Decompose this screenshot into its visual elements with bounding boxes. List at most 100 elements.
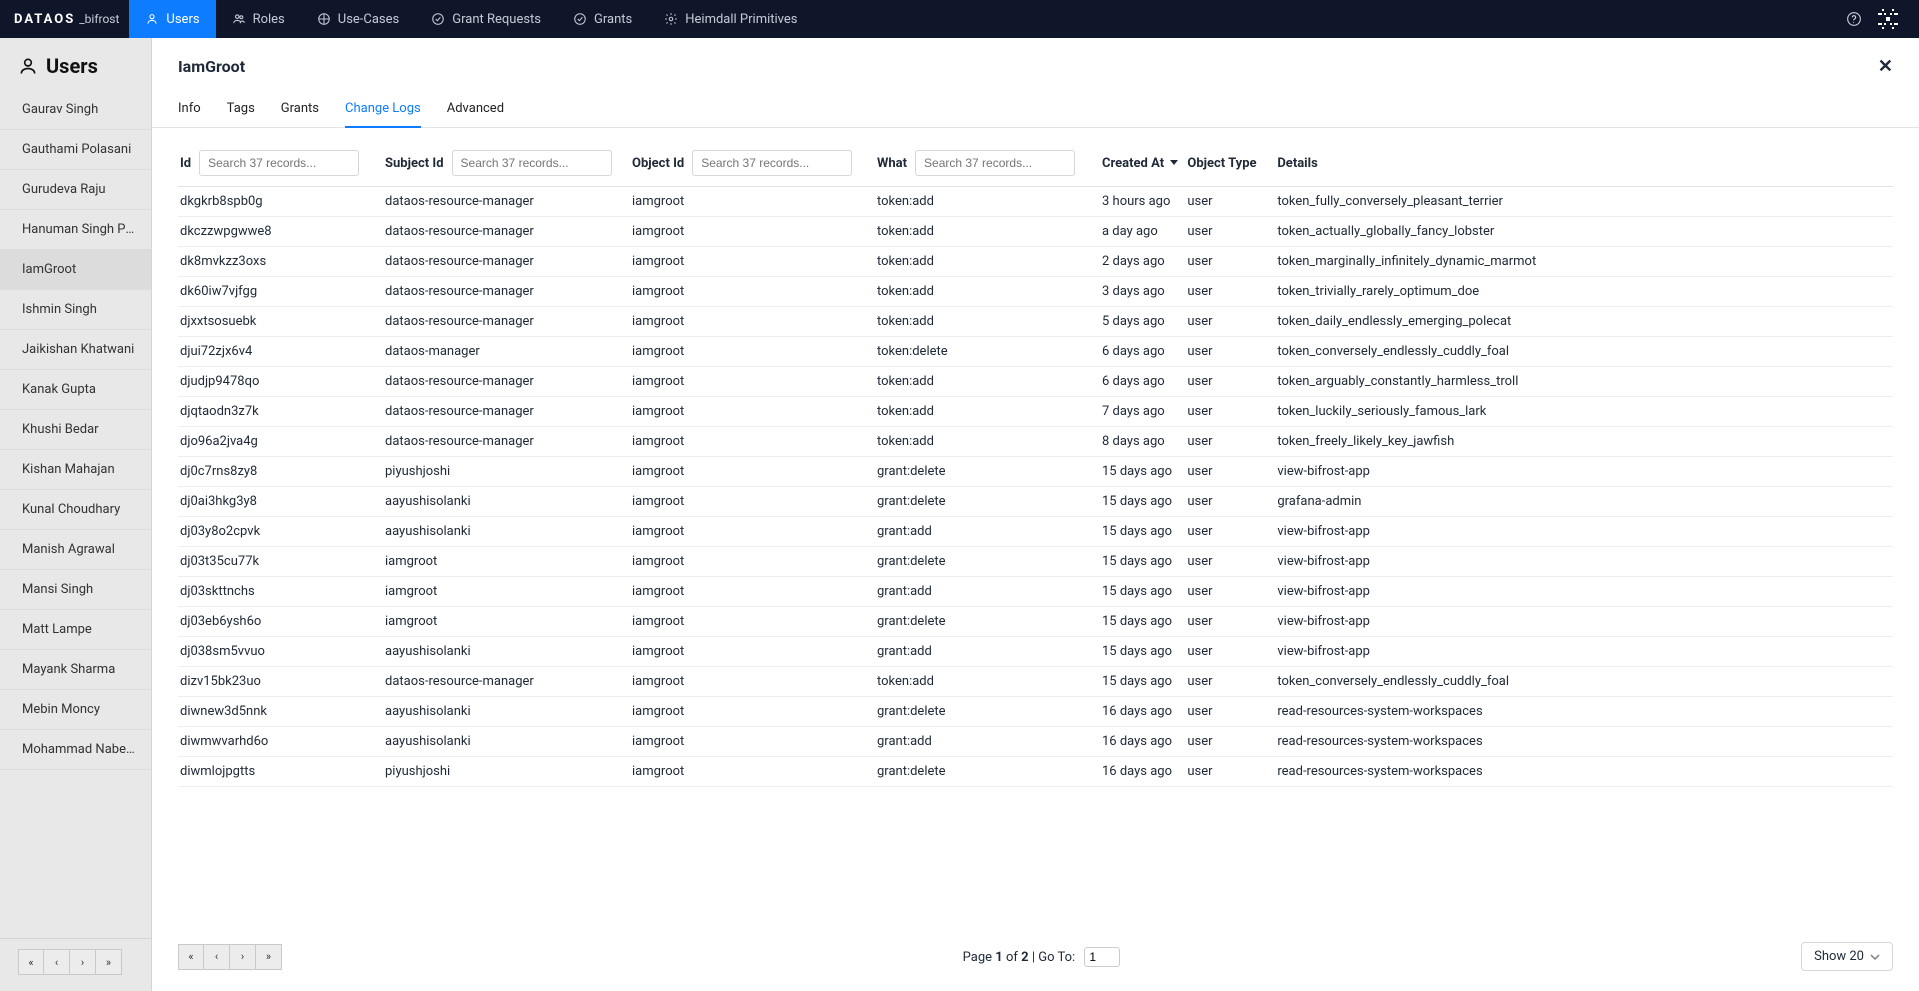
sidebar-page-last[interactable]: » bbox=[96, 949, 122, 975]
cell-created: 15 days ago bbox=[1100, 547, 1185, 577]
table-page-prev[interactable]: ‹ bbox=[204, 944, 230, 970]
sidebar-page-first[interactable]: « bbox=[18, 949, 44, 975]
cell-details: token_conversely_endlessly_cuddly_foal bbox=[1275, 667, 1893, 697]
cell-subject: aayushisolanki bbox=[383, 727, 630, 757]
table-row[interactable]: dj03y8o2cpvkaayushisolankiiamgrootgrant:… bbox=[178, 517, 1893, 547]
table-page-next[interactable]: › bbox=[230, 944, 256, 970]
sidebar-user-item[interactable]: Kunal Choudhary bbox=[0, 490, 151, 530]
tab-tags[interactable]: Tags bbox=[227, 101, 255, 127]
sidebar-user-item[interactable]: Ishmin Singh bbox=[0, 290, 151, 330]
table-row[interactable]: diwmwvarhd6oaayushisolankiiamgrootgrant:… bbox=[178, 727, 1893, 757]
sidebar-page-prev[interactable]: ‹ bbox=[44, 949, 70, 975]
nav-heimdall-primitives[interactable]: Heimdall Primitives bbox=[648, 0, 813, 38]
cell-object: iamgroot bbox=[630, 457, 875, 487]
th-id[interactable]: Id bbox=[180, 156, 191, 171]
th-object-id[interactable]: Object Id bbox=[632, 156, 684, 171]
nav-roles[interactable]: Roles bbox=[216, 0, 301, 38]
cell-id: djui72zjx6v4 bbox=[178, 337, 383, 367]
table-row[interactable]: diwnew3d5nnkaayushisolankiiamgrootgrant:… bbox=[178, 697, 1893, 727]
sidebar-user-item[interactable]: Gauthami Polasani bbox=[0, 130, 151, 170]
tab-advanced[interactable]: Advanced bbox=[447, 101, 504, 127]
cell-object: iamgroot bbox=[630, 757, 875, 787]
cell-created: 16 days ago bbox=[1100, 757, 1185, 787]
tab-change-logs[interactable]: Change Logs bbox=[345, 101, 421, 128]
tab-grants[interactable]: Grants bbox=[281, 101, 319, 127]
search-id-input[interactable] bbox=[199, 150, 359, 176]
sidebar-user-item[interactable]: Mebin Moncy bbox=[0, 690, 151, 730]
goto-page-input[interactable] bbox=[1084, 947, 1120, 967]
table-row[interactable]: dj0ai3hkg3y8aayushisolankiiamgrootgrant:… bbox=[178, 487, 1893, 517]
table-row[interactable]: dkczzwpgwwe8dataos-resource-manageriamgr… bbox=[178, 217, 1893, 247]
sidebar-user-item[interactable]: Gurudeva Raju bbox=[0, 170, 151, 210]
cell-type: user bbox=[1185, 337, 1275, 367]
th-created-at[interactable]: Created At bbox=[1102, 156, 1179, 171]
table-row[interactable]: dj03eb6ysh6oiamgrootiamgrootgrant:delete… bbox=[178, 607, 1893, 637]
table-page-first[interactable]: « bbox=[178, 944, 204, 970]
sidebar-user-item[interactable]: Matt Lampe bbox=[0, 610, 151, 650]
table-row[interactable]: diwmlojpgttspiyushjoshiiamgrootgrant:del… bbox=[178, 757, 1893, 787]
cell-details: token_actually_globally_fancy_lobster bbox=[1275, 217, 1893, 247]
table-row[interactable]: dj03t35cu77kiamgrootiamgrootgrant:delete… bbox=[178, 547, 1893, 577]
app-logo-icon[interactable] bbox=[1871, 9, 1905, 29]
cell-created: 15 days ago bbox=[1100, 577, 1185, 607]
sidebar-user-item[interactable]: Kanak Gupta bbox=[0, 370, 151, 410]
table-row[interactable]: dk60iw7vjfggdataos-resource-manageriamgr… bbox=[178, 277, 1893, 307]
th-object-type[interactable]: Object Type bbox=[1187, 156, 1256, 171]
panel-header: IamGroot ✕ bbox=[152, 38, 1919, 85]
tab-info[interactable]: Info bbox=[178, 101, 201, 127]
sidebar-user-item[interactable]: Gaurav Singh bbox=[0, 90, 151, 130]
sidebar-user-item[interactable]: Khushi Bedar bbox=[0, 410, 151, 450]
table-row[interactable]: dkgkrb8spb0gdataos-resource-manageriamgr… bbox=[178, 187, 1893, 217]
th-subject-id[interactable]: Subject Id bbox=[385, 156, 444, 171]
table-row[interactable]: dj0c7rns8zy8piyushjoshiiamgrootgrant:del… bbox=[178, 457, 1893, 487]
nav-users[interactable]: Users bbox=[129, 0, 215, 38]
table-row[interactable]: dj03skttnchsiamgrootiamgrootgrant:add15 … bbox=[178, 577, 1893, 607]
table-row[interactable]: dizv15bk23uodataos-resource-manageriamgr… bbox=[178, 667, 1893, 697]
nav-grants[interactable]: Grants bbox=[557, 0, 648, 38]
sidebar-user-item[interactable]: Mohammad Nabeel Qureshi bbox=[0, 730, 151, 770]
table-page-last[interactable]: » bbox=[256, 944, 282, 970]
sidebar-user-item[interactable]: IamGroot bbox=[0, 250, 151, 290]
cell-id: dj038sm5vvuo bbox=[178, 637, 383, 667]
search-subject-input[interactable] bbox=[452, 150, 612, 176]
cell-created: a day ago bbox=[1100, 217, 1185, 247]
th-what[interactable]: What bbox=[877, 156, 907, 171]
sidebar-user-item[interactable]: Hanuman Singh Parihar bbox=[0, 210, 151, 250]
cell-object: iamgroot bbox=[630, 247, 875, 277]
table-row[interactable]: djudjp9478qodataos-resource-manageriamgr… bbox=[178, 367, 1893, 397]
cell-type: user bbox=[1185, 637, 1275, 667]
cell-created: 15 days ago bbox=[1100, 487, 1185, 517]
search-what-input[interactable] bbox=[915, 150, 1075, 176]
page-size-select[interactable]: Show 20 bbox=[1801, 942, 1893, 971]
table-row[interactable]: djo96a2jva4gdataos-resource-manageriamgr… bbox=[178, 427, 1893, 457]
cell-what: token:add bbox=[875, 367, 1100, 397]
cell-type: user bbox=[1185, 457, 1275, 487]
sidebar-page-next[interactable]: › bbox=[70, 949, 96, 975]
cell-id: dj0ai3hkg3y8 bbox=[178, 487, 383, 517]
sidebar-user-item[interactable]: Mansi Singh bbox=[0, 570, 151, 610]
cell-object: iamgroot bbox=[630, 337, 875, 367]
nav-use-cases[interactable]: Use-Cases bbox=[301, 0, 415, 38]
cell-id: diwmlojpgtts bbox=[178, 757, 383, 787]
table-row[interactable]: djqtaodn3z7kdataos-resource-manageriamgr… bbox=[178, 397, 1893, 427]
cell-what: grant:delete bbox=[875, 607, 1100, 637]
search-object-input[interactable] bbox=[692, 150, 852, 176]
users-sidebar: Users Gaurav SinghGauthami PolasaniGurud… bbox=[0, 38, 152, 991]
table-row[interactable]: dj038sm5vvuoaayushisolankiiamgrootgrant:… bbox=[178, 637, 1893, 667]
help-icon[interactable] bbox=[1837, 11, 1871, 27]
cell-subject: aayushisolanki bbox=[383, 697, 630, 727]
sidebar-user-item[interactable]: Mayank Sharma bbox=[0, 650, 151, 690]
close-icon[interactable]: ✕ bbox=[1878, 56, 1893, 77]
sidebar-header: Users bbox=[0, 38, 151, 90]
cell-id: dj03t35cu77k bbox=[178, 547, 383, 577]
sidebar-user-item[interactable]: Jaikishan Khatwani bbox=[0, 330, 151, 370]
sidebar-user-item[interactable]: Manish Agrawal bbox=[0, 530, 151, 570]
table-row[interactable]: djxxtsosuebkdataos-resource-manageriamgr… bbox=[178, 307, 1893, 337]
th-details[interactable]: Details bbox=[1277, 156, 1317, 171]
cell-id: dj03y8o2cpvk bbox=[178, 517, 383, 547]
table-row[interactable]: djui72zjx6v4dataos-manageriamgroottoken:… bbox=[178, 337, 1893, 367]
table-row[interactable]: dk8mvkzz3oxsdataos-resource-manageriamgr… bbox=[178, 247, 1893, 277]
nav-grant-requests[interactable]: Grant Requests bbox=[415, 0, 557, 38]
cell-what: token:add bbox=[875, 247, 1100, 277]
sidebar-user-item[interactable]: Kishan Mahajan bbox=[0, 450, 151, 490]
